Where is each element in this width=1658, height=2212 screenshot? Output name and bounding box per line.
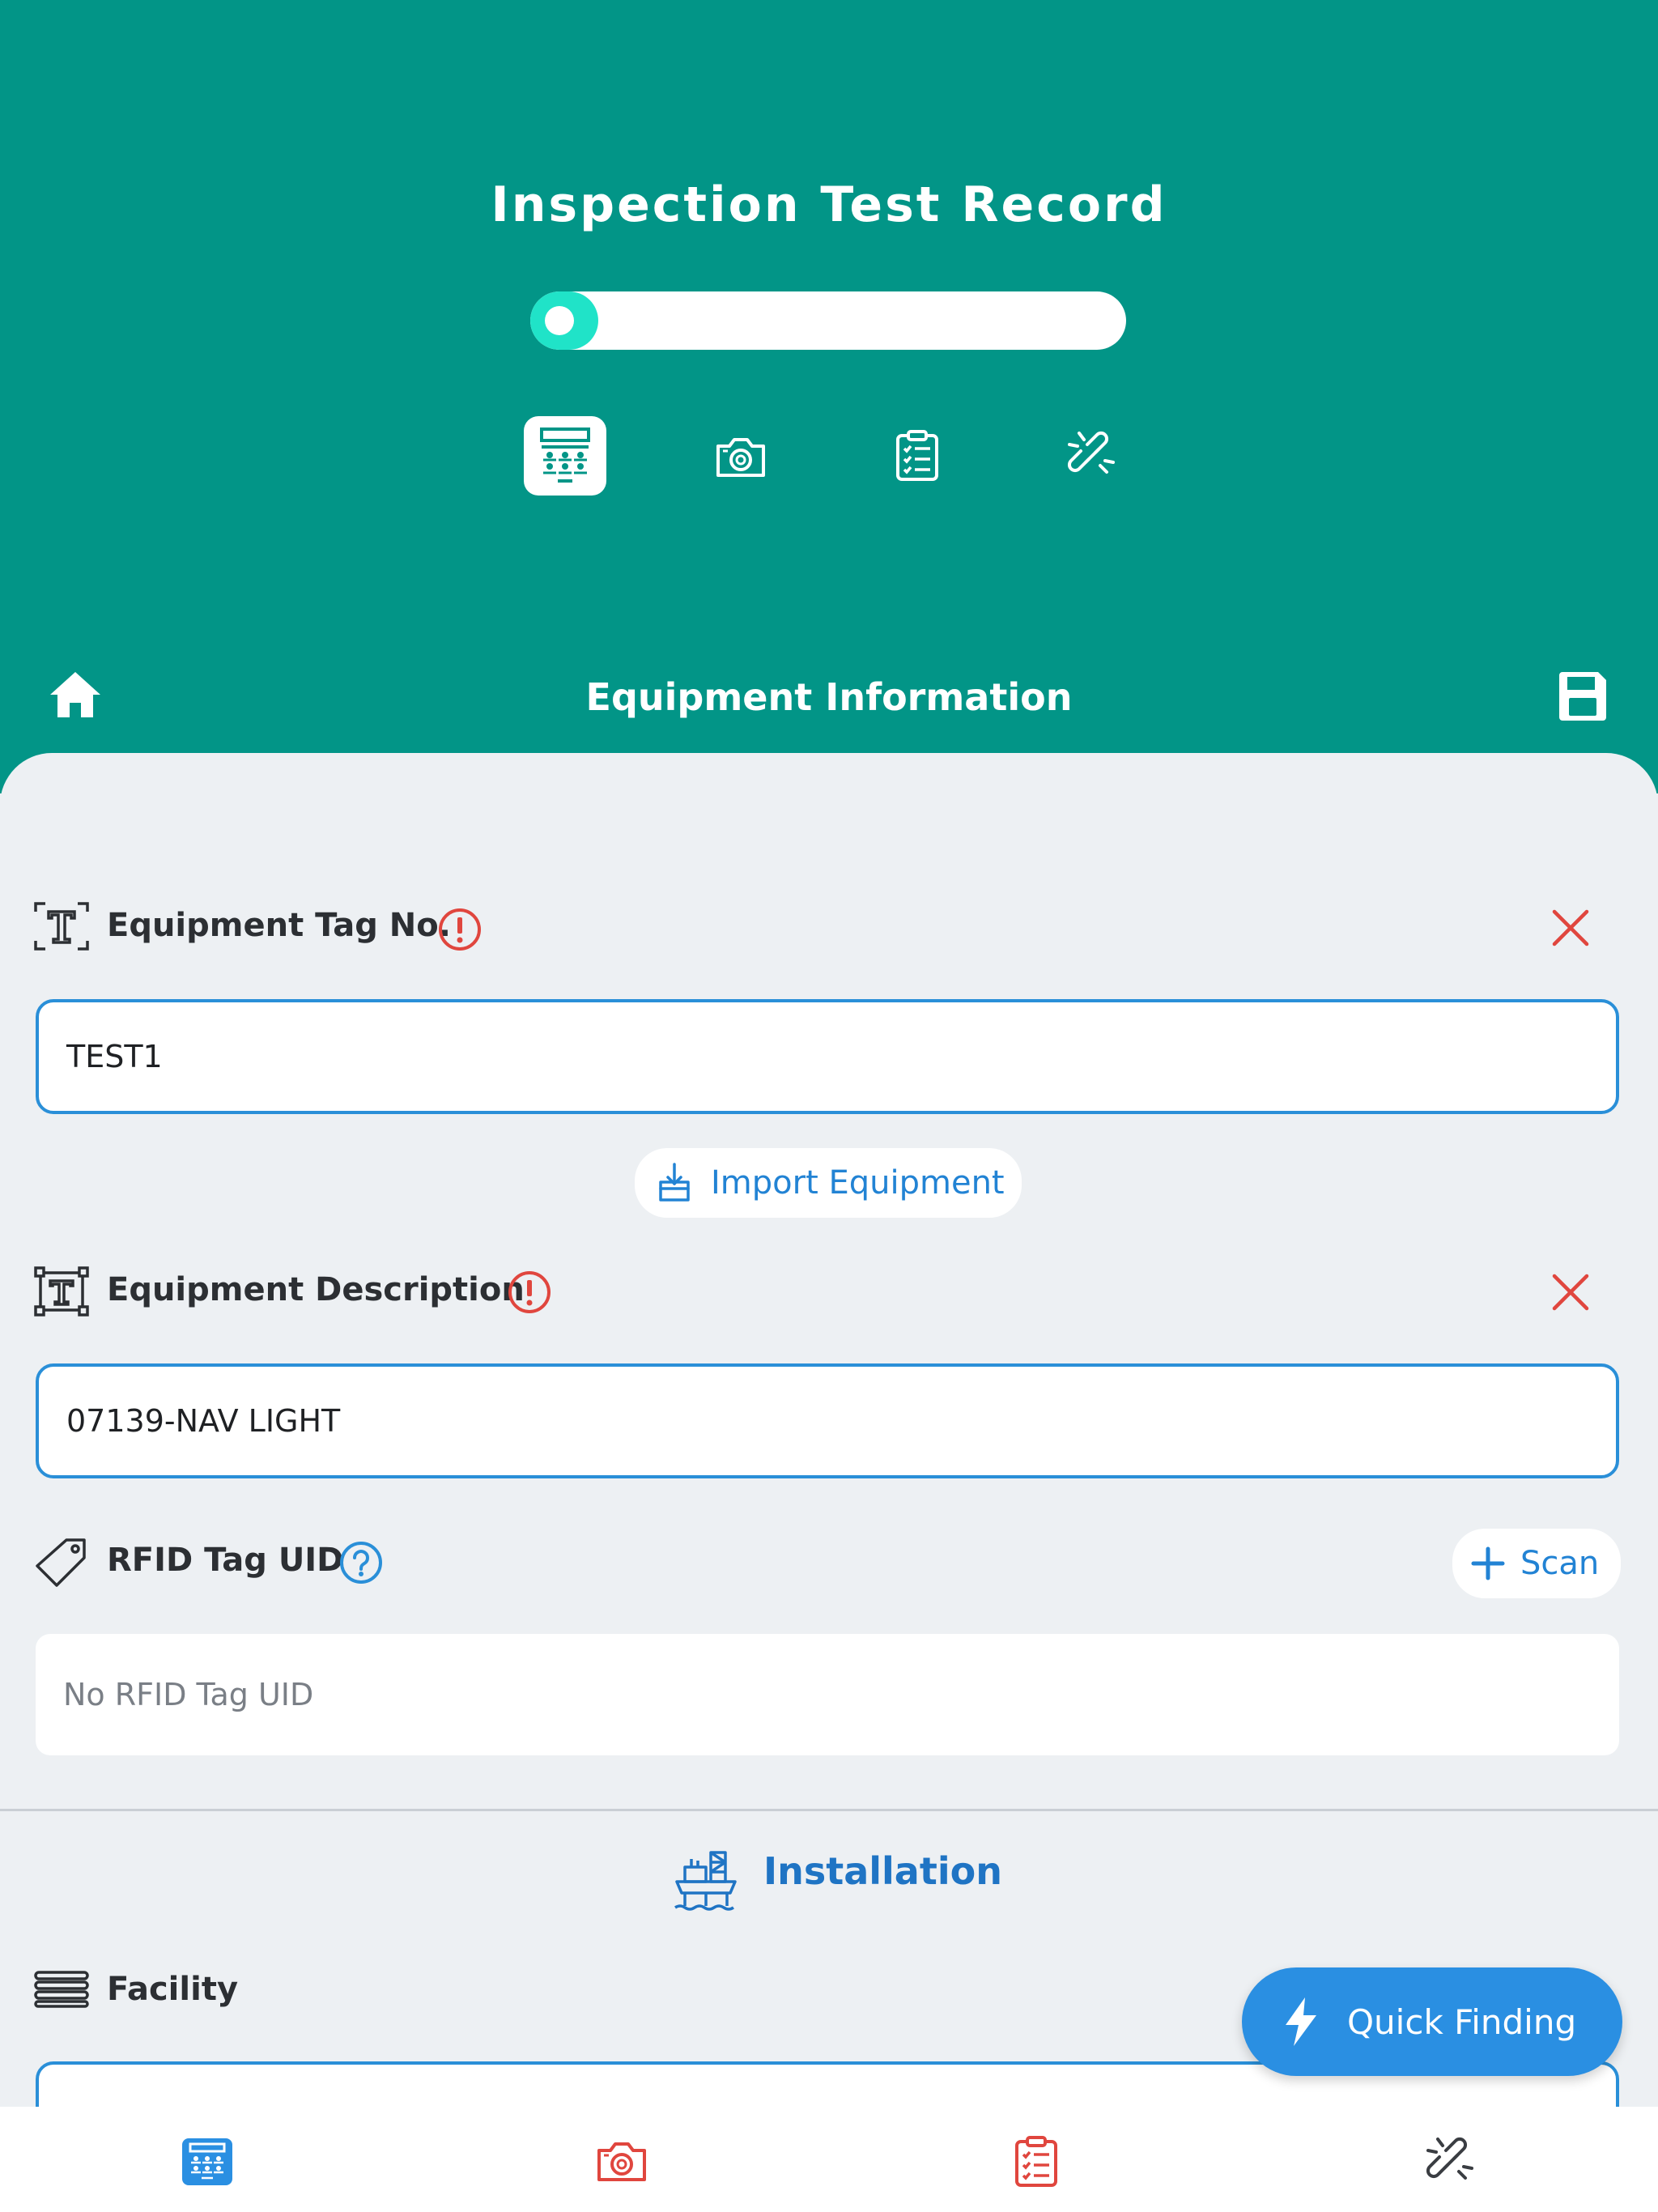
facility-label: Facility	[107, 1971, 239, 2008]
rfid-field: No RFID Tag UID	[36, 1634, 1619, 1755]
description-value: 07139-NAV LIGHT	[66, 1403, 341, 1439]
description-label: Equipment Description	[107, 1271, 525, 1308]
tag-no-label: Equipment Tag No.	[107, 907, 451, 944]
broken-link-icon	[1426, 2137, 1473, 2180]
section-divider	[0, 1809, 1658, 1811]
close-icon[interactable]	[1550, 907, 1592, 949]
text-tag-icon	[34, 902, 89, 951]
nav-equipment-info[interactable]	[175, 2129, 240, 2194]
rfid-label: RFID Tag UID	[107, 1542, 344, 1579]
calculator-grid-icon	[540, 428, 590, 483]
step-equipment-info[interactable]	[524, 416, 606, 496]
quick-finding-label: Quick Finding	[1347, 2001, 1577, 2042]
plus-icon	[1471, 1546, 1505, 1580]
scan-button[interactable]: Scan	[1452, 1529, 1621, 1598]
save-icon[interactable]	[1556, 669, 1609, 722]
lightning-icon	[1286, 1997, 1316, 2046]
offshore-platform-icon	[674, 1851, 737, 1911]
help-circle-icon[interactable]	[338, 1540, 384, 1585]
clipboard-list-icon	[1015, 2136, 1057, 2187]
import-equipment-label: Import Equipment	[711, 1164, 1005, 1202]
alert-circle-icon	[439, 908, 481, 951]
tag-no-value: TEST1	[66, 1039, 163, 1074]
alert-circle-icon	[508, 1271, 551, 1313]
rfid-placeholder: No RFID Tag UID	[63, 1677, 314, 1712]
installation-title: Installation	[763, 1849, 1002, 1893]
description-input[interactable]: 07139-NAV LIGHT	[36, 1363, 1619, 1478]
import-box-icon	[659, 1163, 690, 1202]
form-content: Equipment Tag No. TEST1 Import Equipment	[0, 753, 1658, 2107]
tag-icon	[36, 1538, 86, 1587]
progress-fill	[530, 291, 598, 350]
step-checklist[interactable]	[887, 426, 947, 486]
nav-connections[interactable]	[1418, 2129, 1483, 2194]
tag-no-input[interactable]: TEST1	[36, 999, 1619, 1114]
app-header: Inspection Test Record Equipment Informa…	[0, 0, 1658, 793]
broken-link-icon	[1067, 431, 1115, 474]
calculator-grid-icon	[182, 2138, 232, 2185]
import-equipment-button[interactable]: Import Equipment	[635, 1148, 1022, 1218]
progress-knob	[545, 306, 574, 335]
step-photos[interactable]	[711, 428, 771, 487]
nav-checklist[interactable]	[1004, 2129, 1069, 2194]
nav-photos[interactable]	[589, 2129, 654, 2194]
app-title: Inspection Test Record	[491, 177, 1167, 233]
bottom-nav	[0, 2107, 1658, 2212]
list-lines-icon	[34, 1971, 89, 2008]
camera-icon	[597, 2142, 646, 2181]
scan-label: Scan	[1520, 1545, 1600, 1582]
text-frame-icon	[34, 1266, 89, 1317]
step-connections[interactable]	[1062, 426, 1122, 486]
clipboard-list-icon	[896, 430, 938, 481]
progress-bar	[530, 291, 1126, 350]
close-icon[interactable]	[1550, 1271, 1592, 1313]
section-title: Equipment Information	[585, 675, 1073, 719]
quick-finding-button[interactable]: Quick Finding	[1242, 1967, 1622, 2076]
camera-icon	[716, 438, 765, 477]
